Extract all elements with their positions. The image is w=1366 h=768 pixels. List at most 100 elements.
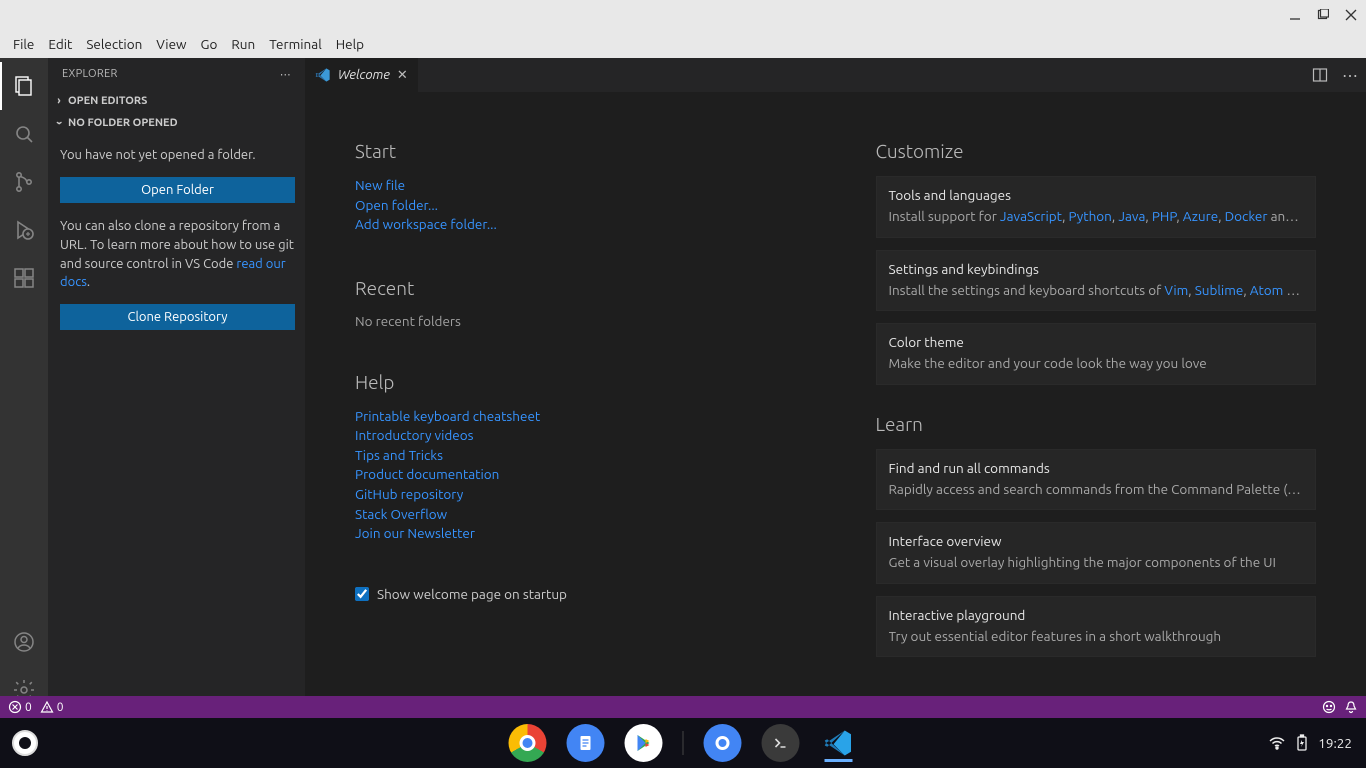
tray-clock[interactable]: 19:22: [1318, 735, 1352, 751]
clone-repository-button[interactable]: Clone Repository: [60, 304, 295, 330]
no-folder-message: You have not yet opened a folder.: [60, 146, 295, 165]
welcome-page: Start New file Open folder... Add worksp…: [305, 92, 1366, 718]
card-desc: Rapidly access and search commands from …: [889, 480, 1304, 500]
menu-edit[interactable]: Edit: [41, 32, 79, 56]
start-open-folder[interactable]: Open folder...: [355, 196, 796, 216]
chevron-right-icon: ›: [52, 95, 66, 107]
card-link[interactable]: PHP: [1152, 208, 1176, 224]
taskbar-vscode[interactable]: [820, 724, 858, 762]
section-no-folder[interactable]: ›NO FOLDER OPENED: [48, 112, 305, 134]
tray-battery-icon[interactable]: [1296, 734, 1308, 752]
start-add-workspace[interactable]: Add workspace folder...: [355, 215, 796, 235]
status-feedback-icon[interactable]: [1322, 700, 1336, 714]
menu-help[interactable]: Help: [329, 32, 371, 56]
start-heading: Start: [355, 140, 796, 162]
minimize-button[interactable]: [1288, 8, 1302, 22]
card-title: Tools and languages: [889, 187, 1304, 203]
help-heading: Help: [355, 371, 796, 393]
start-new-file[interactable]: New file: [355, 176, 796, 196]
customize-card[interactable]: Color themeMake the editor and your code…: [876, 323, 1317, 385]
split-editor-icon[interactable]: [1312, 67, 1328, 83]
card-desc: Make the editor and your code look the w…: [889, 354, 1304, 374]
menubar: File Edit Selection View Go Run Terminal…: [0, 29, 1366, 58]
taskbar-active-indicator: [825, 759, 853, 762]
activity-accounts[interactable]: [0, 618, 48, 666]
activity-explorer[interactable]: [0, 62, 48, 110]
taskbar-chrome[interactable]: [509, 724, 547, 762]
taskbar-terminal[interactable]: [762, 724, 800, 762]
desktop-taskbar: 19:22: [0, 718, 1366, 768]
launcher-button[interactable]: [0, 718, 50, 768]
menu-selection[interactable]: Selection: [79, 32, 149, 56]
editor-group: Welcome ✕ ⋯ Start New file Open folder..…: [305, 58, 1366, 718]
tab-welcome[interactable]: Welcome ✕: [305, 58, 419, 92]
sidebar-title: EXPLORER: [62, 68, 118, 80]
card-link-more[interactable]: more: [1296, 208, 1303, 224]
vscode-icon: [315, 67, 331, 83]
tab-label: Welcome: [338, 68, 390, 82]
taskbar-separator: [683, 731, 684, 755]
help-stackoverflow[interactable]: Stack Overflow: [355, 505, 796, 525]
sidebar-explorer: EXPLORER ⋯ ›OPEN EDITORS ›NO FOLDER OPEN…: [48, 58, 305, 718]
tray-wifi-icon[interactable]: [1268, 734, 1286, 752]
status-errors[interactable]: 0: [8, 700, 32, 714]
menu-file[interactable]: File: [6, 32, 41, 56]
card-title: Find and run all commands: [889, 460, 1304, 476]
help-cheatsheet[interactable]: Printable keyboard cheatsheet: [355, 407, 796, 427]
recent-heading: Recent: [355, 277, 796, 299]
card-link[interactable]: Azure: [1183, 208, 1218, 224]
open-folder-button[interactable]: Open Folder: [60, 177, 295, 203]
menu-view[interactable]: View: [149, 32, 193, 56]
card-link[interactable]: Python: [1069, 208, 1112, 224]
taskbar-playstore[interactable]: [625, 724, 663, 762]
chevron-down-icon: ›: [53, 116, 65, 130]
taskbar-docs[interactable]: [567, 724, 605, 762]
card-title: Interface overview: [889, 533, 1304, 549]
help-github[interactable]: GitHub repository: [355, 485, 796, 505]
section-open-editors[interactable]: ›OPEN EDITORS: [48, 90, 305, 112]
help-docs[interactable]: Product documentation: [355, 465, 796, 485]
show-welcome-checkbox-row[interactable]: Show welcome page on startup: [355, 586, 796, 602]
editor-more-icon[interactable]: ⋯: [1342, 66, 1358, 85]
maximize-button[interactable]: [1316, 8, 1330, 22]
status-warnings[interactable]: 0: [40, 700, 64, 714]
sidebar-more-icon[interactable]: ⋯: [280, 68, 291, 81]
customize-heading: Customize: [876, 140, 1317, 162]
activity-debug[interactable]: [0, 206, 48, 254]
show-welcome-checkbox[interactable]: [355, 587, 369, 601]
learn-card[interactable]: Find and run all commands Rapidly access …: [876, 449, 1317, 511]
taskbar-files[interactable]: [704, 724, 742, 762]
clone-help-text: You can also clone a repository from a U…: [60, 217, 295, 292]
card-link[interactable]: Sublime: [1195, 282, 1244, 298]
activitybar: [0, 58, 48, 718]
learn-card[interactable]: Interactive playgroundTry out essential …: [876, 596, 1317, 658]
activity-extensions[interactable]: [0, 254, 48, 302]
tabs-bar: Welcome ✕ ⋯: [305, 58, 1366, 92]
card-link[interactable]: JavaScript: [1000, 208, 1062, 224]
learn-heading: Learn: [876, 413, 1317, 435]
menu-run[interactable]: Run: [224, 32, 262, 56]
no-folder-body: You have not yet opened a folder. Open F…: [48, 134, 305, 342]
card-link[interactable]: Atom: [1250, 282, 1284, 298]
close-button[interactable]: [1344, 8, 1358, 22]
help-tips[interactable]: Tips and Tricks: [355, 446, 796, 466]
card-desc: Get a visual overlay highlighting the ma…: [889, 553, 1304, 573]
menu-terminal[interactable]: Terminal: [262, 32, 329, 56]
menu-go[interactable]: Go: [194, 32, 225, 56]
help-videos[interactable]: Introductory videos: [355, 426, 796, 446]
card-link[interactable]: Vim: [1164, 282, 1188, 298]
learn-card[interactable]: Interface overview Get a visual overlay h…: [876, 522, 1317, 584]
customize-card[interactable]: Settings and keybindingsInstall the sett…: [876, 250, 1317, 312]
card-link[interactable]: Docker: [1225, 208, 1268, 224]
activity-search[interactable]: [0, 110, 48, 158]
activity-scm[interactable]: [0, 158, 48, 206]
customize-card[interactable]: Tools and languagesInstall support for J…: [876, 176, 1317, 238]
help-newsletter[interactable]: Join our Newsletter: [355, 524, 796, 544]
tab-close-icon[interactable]: ✕: [397, 68, 408, 83]
statusbar: 0 0: [0, 696, 1366, 718]
card-link[interactable]: Java: [1118, 208, 1145, 224]
show-welcome-label: Show welcome page on startup: [377, 586, 567, 602]
section-no-folder-label: NO FOLDER OPENED: [68, 117, 178, 129]
workbench: EXPLORER ⋯ ›OPEN EDITORS ›NO FOLDER OPEN…: [0, 58, 1366, 718]
status-bell-icon[interactable]: [1344, 700, 1358, 714]
